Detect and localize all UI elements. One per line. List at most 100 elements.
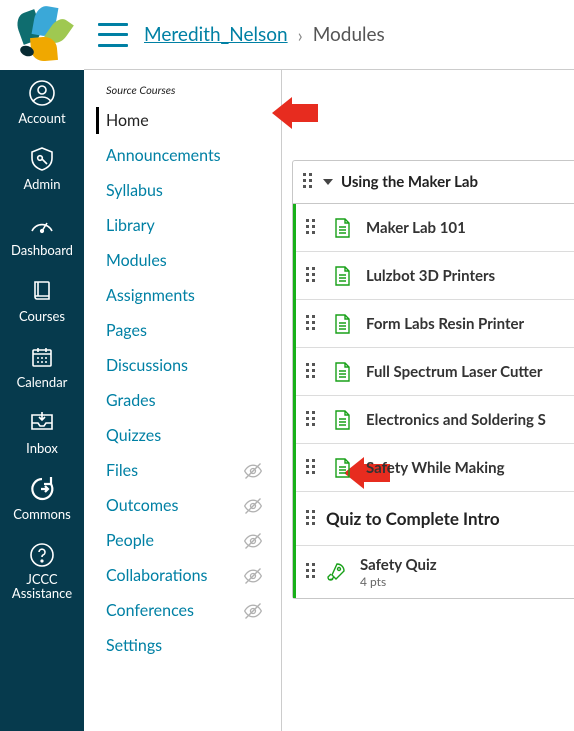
global-nav-calendar[interactable]: Calendar bbox=[0, 334, 84, 400]
course-nav-link[interactable]: Files bbox=[106, 461, 138, 480]
global-nav-label: Inbox bbox=[0, 440, 84, 456]
page-document-icon bbox=[332, 314, 352, 334]
course-nav-link[interactable]: Home bbox=[106, 111, 149, 130]
course-nav-item-collaborations[interactable]: Collaborations bbox=[106, 562, 281, 589]
module-item-title: Safety While Making bbox=[366, 459, 505, 477]
course-nav-item-home[interactable]: Home bbox=[96, 107, 281, 134]
course-nav-link[interactable]: Pages bbox=[106, 321, 147, 340]
drag-handle-icon[interactable] bbox=[306, 459, 318, 477]
course-nav-item-files[interactable]: Files bbox=[106, 457, 281, 484]
course-nav-item-outcomes[interactable]: Outcomes bbox=[106, 492, 281, 519]
module-subheader[interactable]: Quiz to Complete Intro bbox=[296, 492, 574, 546]
breadcrumb-current-page: Modules bbox=[313, 23, 385, 46]
course-nav-link[interactable]: Library bbox=[106, 216, 155, 235]
module-item-row[interactable]: Form Labs Resin Printer bbox=[296, 300, 574, 348]
global-nav-label: Courses bbox=[0, 308, 84, 324]
drag-handle-icon[interactable] bbox=[306, 510, 318, 528]
course-nav-item-conferences[interactable]: Conferences bbox=[106, 597, 281, 624]
hidden-eye-icon bbox=[243, 601, 263, 621]
drag-handle-icon[interactable] bbox=[306, 219, 318, 237]
course-nav-link[interactable]: Settings bbox=[106, 636, 162, 655]
course-nav-section-header: Source Courses bbox=[106, 84, 281, 97]
module-item-row[interactable]: Full Spectrum Laser Cutter bbox=[296, 348, 574, 396]
course-nav-link[interactable]: Quizzes bbox=[106, 426, 161, 445]
course-nav-toggle-button[interactable] bbox=[98, 23, 128, 47]
help-circle-icon bbox=[0, 540, 84, 570]
course-nav-link[interactable]: Assignments bbox=[106, 286, 195, 305]
module-item-row[interactable]: Safety While Making bbox=[296, 444, 574, 492]
global-nav-inbox[interactable]: Inbox bbox=[0, 400, 84, 466]
module-item-title: Electronics and Soldering S bbox=[366, 411, 546, 429]
drag-handle-icon[interactable] bbox=[306, 363, 318, 381]
hidden-eye-icon bbox=[243, 566, 263, 586]
user-circle-icon bbox=[0, 78, 84, 108]
course-nav-link[interactable]: Announcements bbox=[106, 146, 221, 165]
global-nav-account[interactable]: Account bbox=[0, 70, 84, 136]
course-nav-link[interactable]: People bbox=[106, 531, 154, 550]
hidden-eye-icon bbox=[243, 531, 263, 551]
course-nav-link[interactable]: Conferences bbox=[106, 601, 194, 620]
global-nav-label: Admin bbox=[0, 176, 84, 192]
course-nav-item-assignments[interactable]: Assignments bbox=[106, 282, 281, 309]
collapse-caret-icon[interactable] bbox=[323, 179, 333, 185]
global-nav-label: Commons bbox=[0, 506, 84, 522]
module-item-row[interactable]: Electronics and Soldering S bbox=[296, 396, 574, 444]
course-nav-link[interactable]: Syllabus bbox=[106, 181, 163, 200]
global-nav: Account Admin Dashboard Courses Calendar bbox=[0, 0, 84, 731]
speedometer-icon bbox=[0, 210, 84, 240]
module-title: Using the Maker Lab bbox=[341, 173, 478, 191]
module-item-title: Full Spectrum Laser Cutter bbox=[366, 363, 543, 381]
hidden-eye-icon bbox=[243, 496, 263, 516]
global-nav-label: Calendar bbox=[0, 374, 84, 390]
drag-handle-icon[interactable] bbox=[306, 315, 318, 333]
content-area: Using the Maker Lab Maker Lab 101 Lulzbot… bbox=[282, 70, 574, 731]
course-nav-item-syllabus[interactable]: Syllabus bbox=[106, 177, 281, 204]
course-nav-link[interactable]: Discussions bbox=[106, 356, 188, 375]
page-document-icon bbox=[332, 266, 352, 286]
course-nav-link[interactable]: Modules bbox=[106, 251, 167, 270]
course-nav-item-people[interactable]: People bbox=[106, 527, 281, 554]
page-document-icon bbox=[332, 218, 352, 238]
quiz-points: 4 pts bbox=[360, 574, 437, 589]
inbox-tray-icon bbox=[0, 408, 84, 438]
page-document-icon bbox=[332, 458, 352, 478]
drag-handle-icon[interactable] bbox=[306, 267, 318, 285]
book-icon bbox=[0, 276, 84, 306]
course-nav-link[interactable]: Outcomes bbox=[106, 496, 178, 515]
course-nav-item-quizzes[interactable]: Quizzes bbox=[106, 422, 281, 449]
course-nav-item-discussions[interactable]: Discussions bbox=[106, 352, 281, 379]
breadcrumb-course-link[interactable]: Meredith_Nelson bbox=[144, 23, 288, 46]
course-nav-item-settings[interactable]: Settings bbox=[106, 632, 281, 659]
global-nav-label: Account bbox=[0, 110, 84, 126]
module-item-row[interactable]: Lulzbot 3D Printers bbox=[296, 252, 574, 300]
course-nav-item-library[interactable]: Library bbox=[106, 212, 281, 239]
course-nav: Source Courses Home Announcements Syllabus… bbox=[84, 70, 282, 731]
drag-handle-icon[interactable] bbox=[306, 411, 318, 429]
quiz-rocket-icon bbox=[326, 562, 346, 582]
global-nav-admin[interactable]: Admin bbox=[0, 136, 84, 202]
global-nav-label: Dashboard bbox=[0, 242, 84, 258]
course-nav-link[interactable]: Grades bbox=[106, 391, 156, 410]
global-nav-commons[interactable]: Commons bbox=[0, 466, 84, 532]
top-bar: Meredith_Nelson › Modules bbox=[84, 0, 574, 70]
module-item-row[interactable]: Maker Lab 101 bbox=[296, 204, 574, 252]
commons-export-icon bbox=[0, 474, 84, 504]
global-nav-courses[interactable]: Courses bbox=[0, 268, 84, 334]
drag-handle-icon[interactable] bbox=[303, 173, 315, 191]
page-document-icon bbox=[332, 410, 352, 430]
global-nav-label: JCCC Assistance bbox=[0, 572, 84, 601]
course-nav-item-announcements[interactable]: Announcements bbox=[106, 142, 281, 169]
course-nav-item-pages[interactable]: Pages bbox=[106, 317, 281, 344]
module-item-title: Lulzbot 3D Printers bbox=[366, 267, 495, 285]
quiz-title: Safety Quiz bbox=[360, 556, 437, 574]
course-nav-link[interactable]: Collaborations bbox=[106, 566, 207, 585]
module-header[interactable]: Using the Maker Lab bbox=[293, 161, 574, 204]
course-nav-item-modules[interactable]: Modules bbox=[106, 247, 281, 274]
global-nav-dashboard[interactable]: Dashboard bbox=[0, 202, 84, 268]
module-item-quiz-row[interactable]: Safety Quiz4 pts bbox=[296, 546, 574, 598]
module-item-title: Maker Lab 101 bbox=[366, 219, 466, 237]
institution-logo bbox=[0, 0, 84, 70]
course-nav-item-grades[interactable]: Grades bbox=[106, 387, 281, 414]
global-nav-help[interactable]: JCCC Assistance bbox=[0, 532, 84, 611]
drag-handle-icon[interactable] bbox=[306, 563, 318, 581]
